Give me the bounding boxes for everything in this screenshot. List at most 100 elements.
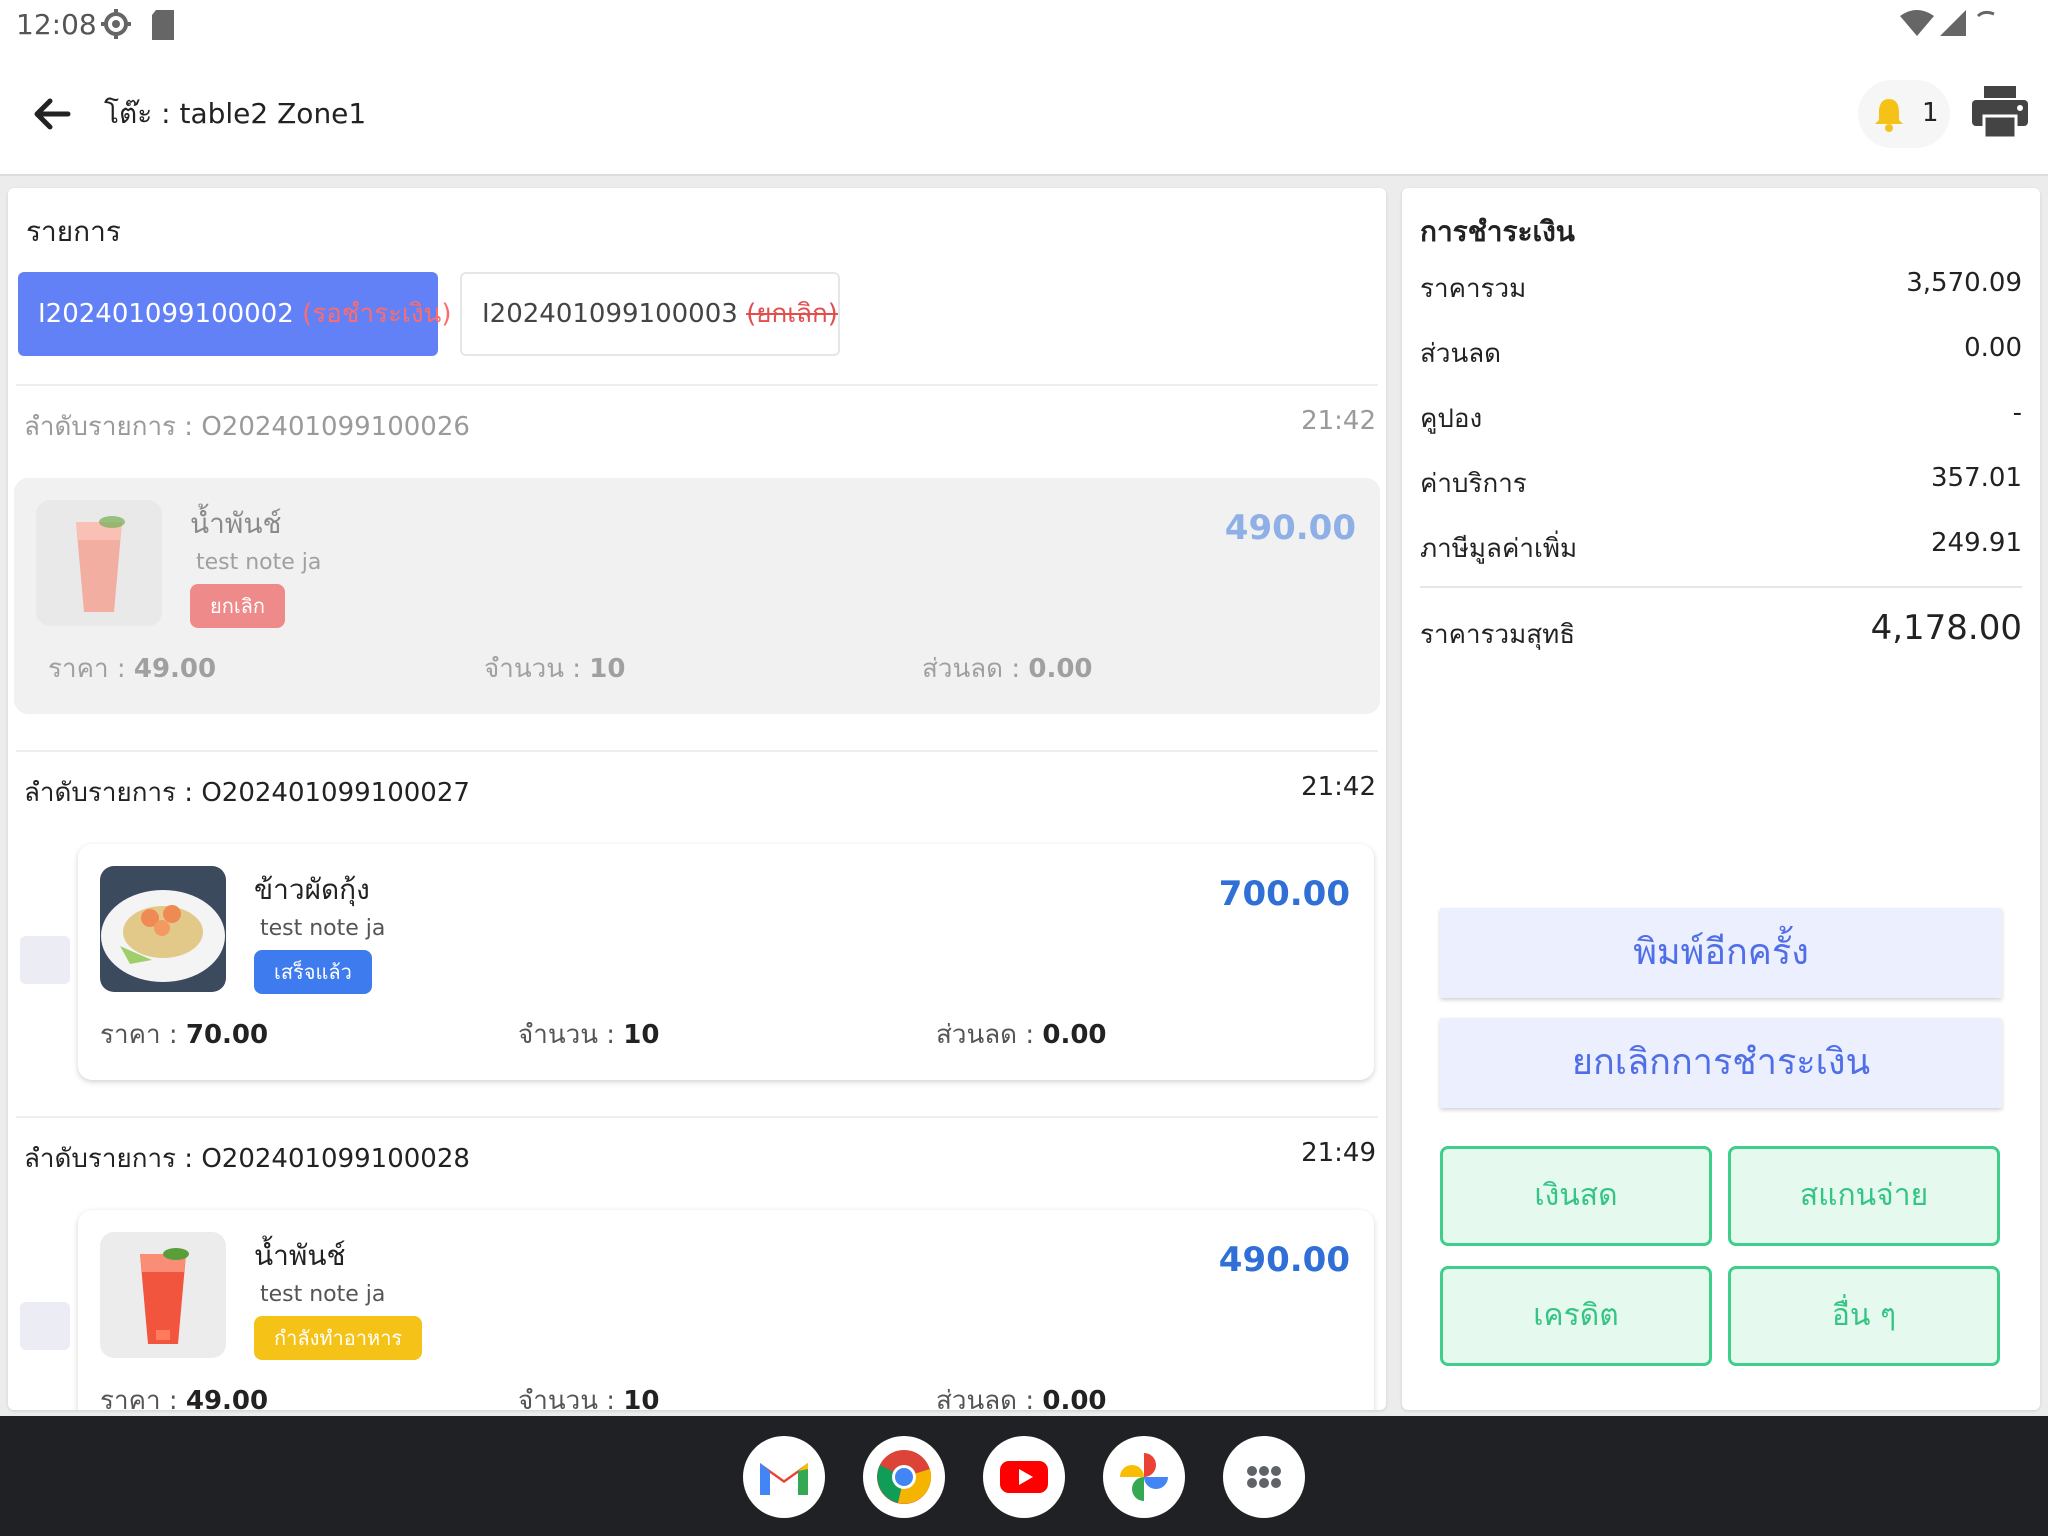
bill-tab-cancelled[interactable]: I202401099100003 (ยกเลิก) xyxy=(460,272,840,356)
item-select-checkbox[interactable] xyxy=(20,936,70,984)
cancel-payment-button[interactable]: ยกเลิกการชำระเงิน xyxy=(1440,1018,2002,1108)
signal-icon xyxy=(1940,10,1966,36)
service-charge-row: ค่าบริการ 357.01 xyxy=(1420,463,2022,503)
item-name: ข้าวผัดกุ้ง xyxy=(254,873,370,906)
quantity-label: จำนวน : xyxy=(518,1386,616,1410)
item-quantity: จำนวน : 10 xyxy=(518,1380,659,1410)
bill-tab-active[interactable]: I202401099100002 (รอชำระเงิน) xyxy=(18,272,451,356)
net-total-label: ราคารวมสุทธิ xyxy=(1420,620,1576,650)
item-total-price: 490.00 xyxy=(1218,1240,1350,1280)
reprint-button[interactable]: พิมพ์อีกครั้ง xyxy=(1440,908,2002,998)
discount-label: ส่วนลด : xyxy=(936,1020,1035,1050)
settings-gear-icon xyxy=(101,9,131,39)
app-drawer-icon[interactable] xyxy=(1223,1436,1305,1518)
youtube-icon[interactable] xyxy=(983,1436,1065,1518)
divider xyxy=(1420,586,2022,588)
discount-value: 0.00 xyxy=(1028,654,1093,684)
item-status-badge: กำลังทำอาหาร xyxy=(254,1316,423,1360)
quantity-value: 10 xyxy=(589,654,626,684)
order-number: ลำดับรายการ : O202401099100026 xyxy=(24,412,470,442)
bell-icon xyxy=(1875,99,1903,132)
item-discount: ส่วนลด : 0.00 xyxy=(936,1380,1107,1410)
unit-price-value: 70.00 xyxy=(185,1020,269,1050)
vat-label: ภาษีมูลค่าเพิ่ม xyxy=(1420,534,1578,564)
bill-status: (ยกเลิก) xyxy=(746,299,838,329)
order-item-card: น้ำพันช์ test note ja กำลังทำอาหาร 490.0… xyxy=(78,1210,1374,1410)
coupon-value: - xyxy=(2012,398,2022,428)
quantity-label: จำนวน : xyxy=(484,654,582,684)
item-unit-price: ราคา : 70.00 xyxy=(100,1014,268,1055)
quantity-label: จำนวน : xyxy=(518,1020,616,1050)
order-number: ลำดับรายการ : O202401099100027 xyxy=(24,778,470,808)
chrome-icon[interactable] xyxy=(863,1436,945,1518)
status-time: 12:08 xyxy=(16,8,97,41)
item-quantity: จำนวน : 10 xyxy=(518,1014,659,1055)
divider xyxy=(16,750,1378,752)
coupon-row: คูปอง - xyxy=(1420,398,2022,438)
payment-panel: การชำระเงิน ราคารวม 3,570.09 ส่วนลด 0.00… xyxy=(1402,188,2040,1410)
item-name: น้ำพันช์ xyxy=(254,1239,346,1272)
service-charge-label: ค่าบริการ xyxy=(1420,469,1527,499)
notification-count: 1 xyxy=(1922,98,1939,128)
notification-button[interactable]: 1 xyxy=(1858,80,1950,148)
photos-icon[interactable] xyxy=(1103,1436,1185,1518)
bill-status: (รอชำระเงิน) xyxy=(302,299,452,329)
subtotal-row: ราคารวม 3,570.09 xyxy=(1420,268,2022,308)
unit-price-value: 49.00 xyxy=(133,654,217,684)
item-unit-price: ราคา : 49.00 xyxy=(100,1380,268,1410)
payment-title: การชำระเงิน xyxy=(1420,215,1575,248)
order-time: 21:49 xyxy=(1301,1138,1376,1168)
net-total-value: 4,178.00 xyxy=(1870,608,2022,648)
item-quantity: จำนวน : 10 xyxy=(484,648,625,689)
quantity-value: 10 xyxy=(623,1386,660,1410)
item-select-checkbox[interactable] xyxy=(20,1302,70,1350)
wifi-icon xyxy=(1900,10,1934,36)
item-note: test note ja xyxy=(196,550,322,575)
item-discount: ส่วนลด : 0.00 xyxy=(922,648,1093,689)
net-total-row: ราคารวมสุทธิ 4,178.00 xyxy=(1420,608,2022,668)
order-list-panel: รายการ I202401099100002 (รอชำระเงิน) I20… xyxy=(8,188,1386,1410)
unit-price-label: ราคา : xyxy=(100,1020,178,1050)
unit-price-label: ราคา : xyxy=(48,654,126,684)
item-unit-price: ราคา : 49.00 xyxy=(48,648,216,689)
item-total-price: 490.00 xyxy=(1224,508,1356,548)
punch-drink-image xyxy=(36,500,162,626)
credit-button[interactable]: เครดิต xyxy=(1440,1266,1712,1366)
unit-price-label: ราคา : xyxy=(100,1386,178,1410)
vat-value: 249.91 xyxy=(1931,528,2022,558)
gmail-icon[interactable] xyxy=(743,1436,825,1518)
bill-id: I202401099100003 xyxy=(482,299,738,329)
discount-label: ส่วนลด : xyxy=(936,1386,1035,1410)
order-time: 21:42 xyxy=(1301,406,1376,436)
fried-rice-image xyxy=(100,866,226,992)
item-image xyxy=(36,500,162,626)
vat-row: ภาษีมูลค่าเพิ่ม 249.91 xyxy=(1420,528,2022,568)
subtotal-label: ราคารวม xyxy=(1420,274,1527,304)
discount-value: 0.00 xyxy=(1042,1386,1107,1410)
other-payment-button[interactable]: อื่น ๆ xyxy=(1728,1266,2000,1366)
back-arrow-icon[interactable] xyxy=(30,92,74,136)
status-bar: 12:08 xyxy=(0,0,2048,52)
item-note: test note ja xyxy=(260,1282,386,1307)
item-image xyxy=(100,1232,226,1358)
discount-label: ส่วนลด : xyxy=(922,654,1021,684)
order-item-card: น้ำพันช์ test note ja ยกเลิก 490.00 ราคา… xyxy=(14,478,1380,714)
order-list-title: รายการ xyxy=(26,215,121,248)
item-image xyxy=(100,866,226,992)
scan-pay-button[interactable]: สแกนจ่าย xyxy=(1728,1146,2000,1246)
subtotal-value: 3,570.09 xyxy=(1906,268,2022,298)
app-header: โต๊ะ : table2 Zone1 1 xyxy=(0,52,2048,176)
item-total-price: 700.00 xyxy=(1218,874,1350,914)
cash-button[interactable]: เงินสด xyxy=(1440,1146,1712,1246)
discount-row: ส่วนลด 0.00 xyxy=(1420,333,2022,373)
punch-drink-image xyxy=(100,1232,226,1358)
order-time: 21:42 xyxy=(1301,772,1376,802)
bill-id: I202401099100002 xyxy=(38,299,294,329)
page-title: โต๊ะ : table2 Zone1 xyxy=(104,97,367,130)
coupon-label: คูปอง xyxy=(1420,404,1483,434)
discount-value: 0.00 xyxy=(1964,333,2022,363)
item-name: น้ำพันช์ xyxy=(190,507,282,540)
order-number: ลำดับรายการ : O202401099100028 xyxy=(24,1144,470,1174)
printer-icon[interactable] xyxy=(1972,86,2028,138)
order-item-card: ข้าวผัดกุ้ง test note ja เสร็จแล้ว 700.0… xyxy=(78,844,1374,1080)
